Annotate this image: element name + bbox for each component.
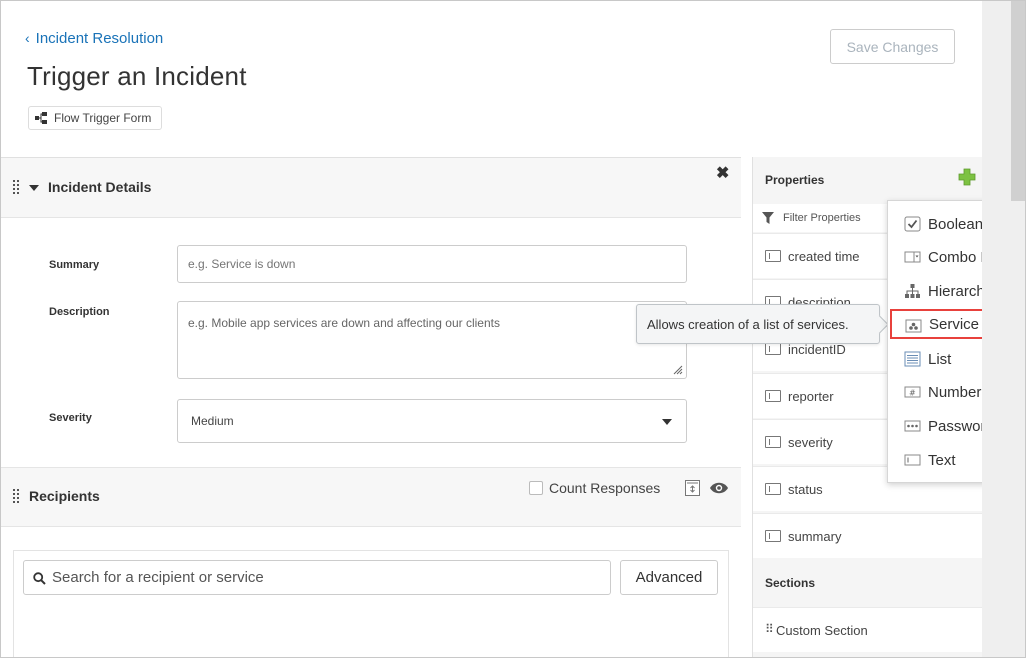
text-field-icon xyxy=(765,436,781,448)
app-frame: ‹ Incident Resolution Trigger an Incident… xyxy=(0,0,1026,658)
back-link-label: Incident Resolution xyxy=(35,30,164,47)
chevron-down-icon xyxy=(662,419,672,425)
password-icon xyxy=(904,420,921,432)
property-item-summary[interactable]: summary xyxy=(753,513,982,558)
scrollbar-thumb[interactable] xyxy=(1011,1,1025,201)
text-field-icon xyxy=(765,343,781,355)
service-icon xyxy=(905,319,922,333)
save-changes-button[interactable]: Save Changes xyxy=(830,29,955,64)
property-label: status xyxy=(788,481,823,497)
property-label: summary xyxy=(788,528,842,544)
summary-input[interactable] xyxy=(177,245,687,283)
combo-box-icon xyxy=(904,251,921,263)
custom-section-item[interactable]: ⠿ Custom Section xyxy=(753,607,982,652)
property-label: severity xyxy=(788,434,833,450)
recipient-search-input[interactable]: Search for a recipient or service xyxy=(23,560,611,595)
recipients-header xyxy=(1,467,741,527)
description-label: Description xyxy=(49,306,110,318)
number-icon: # xyxy=(904,386,921,398)
service-tooltip: Allows creation of a list of services. xyxy=(636,304,880,344)
text-field-icon xyxy=(765,250,781,262)
description-textarea[interactable]: e.g. Mobile app services are down and af… xyxy=(177,301,687,379)
collapse-toggle-icon[interactable] xyxy=(685,480,700,496)
menu-item-label: Text xyxy=(928,451,956,469)
hierarchy-icon xyxy=(905,284,920,298)
svg-text:#: # xyxy=(909,389,916,398)
collapse-caret-icon[interactable] xyxy=(29,185,39,191)
recipients-title: Recipients xyxy=(29,488,100,504)
list-icon xyxy=(904,351,921,367)
property-label: reporter xyxy=(788,388,834,404)
description-placeholder: e.g. Mobile app services are down and af… xyxy=(188,316,500,330)
text-field-icon xyxy=(765,483,781,495)
back-link[interactable]: ‹ Incident Resolution xyxy=(25,30,163,47)
resize-grip-icon[interactable] xyxy=(673,365,683,375)
close-section-icon[interactable]: ✖ xyxy=(716,163,729,183)
advanced-button[interactable]: Advanced xyxy=(620,560,718,595)
severity-value: Medium xyxy=(191,414,234,428)
menu-item-label: List xyxy=(928,350,952,368)
filter-icon xyxy=(762,212,774,224)
flow-badge-label: Flow Trigger Form xyxy=(54,111,152,125)
chevron-left-icon: ‹ xyxy=(25,30,30,46)
properties-title: Properties xyxy=(765,173,825,187)
filter-properties-placeholder: Filter Properties xyxy=(783,212,861,224)
sections-title: Sections xyxy=(753,559,982,607)
severity-select[interactable]: Medium xyxy=(177,399,687,443)
custom-section-label: Custom Section xyxy=(776,622,868,638)
count-responses-label: Count Responses xyxy=(549,480,661,496)
text-field-icon xyxy=(904,454,921,466)
menu-item-label: Service xyxy=(929,315,980,333)
severity-label: Severity xyxy=(49,412,92,424)
incident-details-title: Incident Details xyxy=(48,179,152,195)
search-icon xyxy=(33,572,46,585)
checkbox-icon xyxy=(904,216,921,232)
flow-icon xyxy=(35,112,47,124)
drag-handle-icon[interactable] xyxy=(13,489,21,503)
recipient-search-placeholder: Search for a recipient or service xyxy=(52,569,264,586)
property-label: created time xyxy=(788,248,860,264)
drag-handle-icon[interactable]: ⠿ xyxy=(765,622,774,636)
menu-item-label: Number xyxy=(928,383,982,401)
flow-trigger-badge[interactable]: Flow Trigger Form xyxy=(28,106,163,130)
page-title: Trigger an Incident xyxy=(27,61,247,91)
summary-label: Summary xyxy=(49,259,100,271)
add-property-icon[interactable] xyxy=(958,168,976,186)
count-responses-checkbox[interactable] xyxy=(529,481,543,495)
drag-handle-icon[interactable] xyxy=(13,180,21,194)
eye-icon[interactable] xyxy=(709,481,729,495)
menu-item-label: Boolean xyxy=(928,215,984,233)
text-field-icon xyxy=(765,390,781,402)
text-field-icon xyxy=(765,530,781,542)
